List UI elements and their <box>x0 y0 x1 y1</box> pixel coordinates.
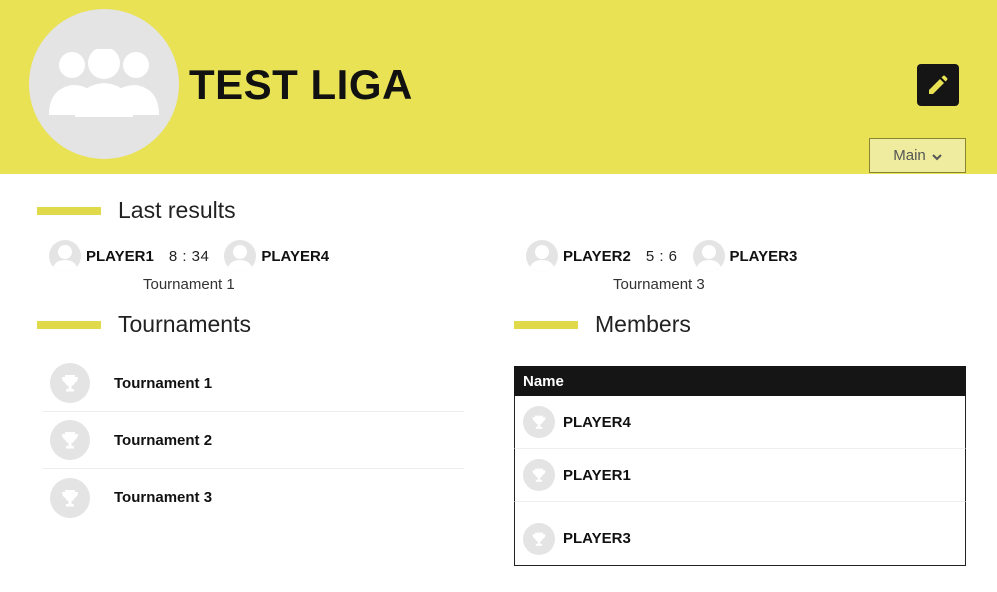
members-table: Name PLAYER4 PLAYER1 PLAYER3 <box>514 366 966 566</box>
player-name[interactable]: PLAYER1 <box>86 248 154 265</box>
trophy-icon <box>532 532 546 546</box>
result-tournament-name[interactable]: Tournament 1 <box>143 276 235 293</box>
table-row[interactable]: PLAYER4 <box>514 396 966 449</box>
section-accent-bar <box>514 320 578 329</box>
main-dropdown-label: Main <box>893 147 926 164</box>
player-avatar <box>224 240 257 272</box>
player-avatar <box>526 240 558 272</box>
table-row[interactable]: PLAYER1 <box>514 449 966 502</box>
user-icon <box>227 245 254 272</box>
member-name[interactable]: PLAYER1 <box>563 467 631 484</box>
section-accent-bar <box>37 206 101 215</box>
player-name[interactable]: PLAYER2 <box>563 248 631 265</box>
section-accent-bar <box>37 320 101 329</box>
player-name[interactable]: PLAYER4 <box>261 248 329 265</box>
members-table-header[interactable]: Name <box>514 366 966 396</box>
edit-button[interactable] <box>917 64 959 106</box>
member-name[interactable]: PLAYER3 <box>563 530 631 547</box>
tournament-name[interactable]: Tournament 2 <box>114 432 212 449</box>
member-avatar <box>523 459 555 491</box>
tournament-name[interactable]: Tournament 3 <box>114 489 212 506</box>
result-card[interactable]: PLAYER1 8 : 34 PLAYER4 Tournament 1 <box>49 240 379 300</box>
pencil-icon <box>929 75 948 94</box>
tournaments-heading: Tournaments <box>37 311 251 338</box>
tournament-item[interactable]: Tournament 3 <box>42 469 464 526</box>
members-heading: Members <box>514 311 691 338</box>
last-results-heading: Last results <box>37 197 236 224</box>
table-row[interactable]: PLAYER3 <box>514 502 966 566</box>
column-header-name: Name <box>523 372 564 390</box>
user-icon <box>52 245 78 272</box>
member-avatar <box>523 522 555 555</box>
league-avatar <box>29 9 179 159</box>
result-tournament-name[interactable]: Tournament 3 <box>613 276 705 293</box>
trophy-icon <box>62 375 78 392</box>
user-icon <box>529 245 555 272</box>
league-header: TEST LIGA Main <box>0 0 997 174</box>
members-title: Members <box>595 311 691 337</box>
tournament-list: Tournament 1 Tournament 2 Tournament 3 <box>42 355 464 526</box>
result-card[interactable]: PLAYER2 5 : 6 PLAYER3 Tournament 3 <box>526 240 856 300</box>
tournament-item[interactable]: Tournament 1 <box>42 355 464 412</box>
trophy-icon <box>62 432 78 449</box>
member-avatar <box>523 406 555 438</box>
main-dropdown[interactable]: Main <box>869 138 966 173</box>
tournament-avatar <box>50 420 90 460</box>
tournament-item[interactable]: Tournament 2 <box>42 412 464 469</box>
tournament-avatar <box>50 363 90 403</box>
user-icon <box>695 245 722 272</box>
match-score: 8 : 34 <box>168 247 210 265</box>
tournament-avatar <box>50 477 90 518</box>
player-name[interactable]: PLAYER3 <box>730 248 798 265</box>
group-icon <box>49 49 159 117</box>
player-avatar <box>49 240 81 272</box>
member-name[interactable]: PLAYER4 <box>563 414 631 431</box>
league-title: TEST LIGA <box>189 61 413 108</box>
last-results-title: Last results <box>118 197 236 223</box>
trophy-icon <box>62 489 78 506</box>
player-avatar <box>692 240 725 272</box>
tournaments-title: Tournaments <box>118 311 251 337</box>
match-score: 5 : 6 <box>645 247 678 265</box>
tournament-name[interactable]: Tournament 1 <box>114 375 212 392</box>
trophy-icon <box>532 468 546 482</box>
chevron-down-icon <box>932 153 942 160</box>
trophy-icon <box>532 415 546 429</box>
